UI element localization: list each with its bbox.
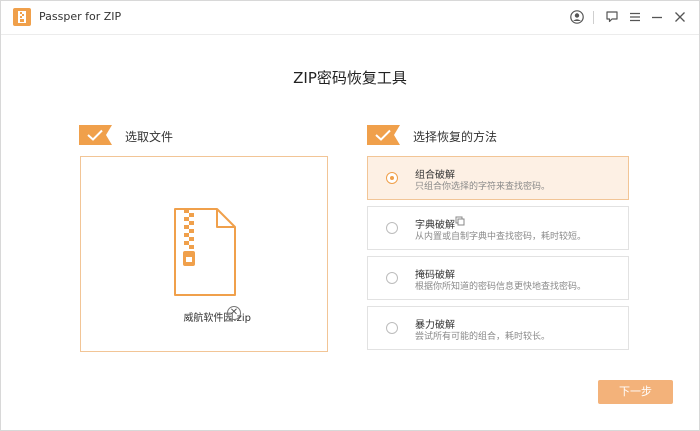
title-bar-divider xyxy=(593,11,594,24)
zip-file-icon xyxy=(174,208,236,296)
app-logo-icon xyxy=(13,8,31,26)
method-description: 只组合你选择的字符来查找密码。 xyxy=(415,182,551,192)
step-select-method-header: 选择恢复的方法 xyxy=(367,125,587,145)
feedback-icon[interactable] xyxy=(605,10,619,24)
method-description: 从内置或自制字典中查找密码，耗时较短。 xyxy=(415,232,587,242)
radio-button[interactable] xyxy=(386,272,398,284)
close-icon[interactable] xyxy=(673,10,687,24)
step-select-file-label: 选取文件 xyxy=(125,130,174,144)
app-title: Passper for ZIP xyxy=(39,10,122,23)
menu-icon[interactable] xyxy=(628,10,642,24)
remove-file-button[interactable]: ✕ xyxy=(227,306,241,320)
radio-button[interactable] xyxy=(386,322,398,334)
page-title: ZIP密码恢复工具 xyxy=(293,69,407,87)
minimize-icon[interactable] xyxy=(650,10,664,24)
method-option-brute-force[interactable]: 暴力破解 尝试所有可能的组合，耗时较长。 xyxy=(367,306,629,350)
next-button[interactable]: 下一步 xyxy=(598,380,673,404)
method-option-dictionary[interactable]: 字典破解 从内置或自制字典中查找密码，耗时较短。 xyxy=(367,206,629,250)
checkmark-tag-icon xyxy=(367,125,400,145)
method-description: 根据你所知道的密码信息更快地查找密码。 xyxy=(415,282,587,292)
app-window: Passper for ZIP ZIP密码恢复工具 选取文件 选择恢复的方法 威… xyxy=(0,0,700,431)
import-dictionary-icon[interactable] xyxy=(455,216,465,226)
checkmark-tag-icon xyxy=(79,125,112,145)
method-description: 尝试所有可能的组合，耗时较长。 xyxy=(415,332,551,342)
file-name: 威航软件园.zip xyxy=(183,313,251,324)
step-select-method-label: 选择恢复的方法 xyxy=(413,130,498,144)
account-icon[interactable] xyxy=(570,10,584,24)
radio-button[interactable] xyxy=(386,172,398,184)
radio-button[interactable] xyxy=(386,222,398,234)
method-option-mask[interactable]: 掩码破解 根据你所知道的密码信息更快地查找密码。 xyxy=(367,256,629,300)
method-option-combination[interactable]: 组合破解 只组合你选择的字符来查找密码。 xyxy=(367,156,629,200)
title-bar: Passper for ZIP xyxy=(1,1,699,35)
file-drop-area[interactable]: 威航软件园.zip ✕ xyxy=(80,156,328,352)
step-select-file-header: 选取文件 xyxy=(79,125,279,145)
